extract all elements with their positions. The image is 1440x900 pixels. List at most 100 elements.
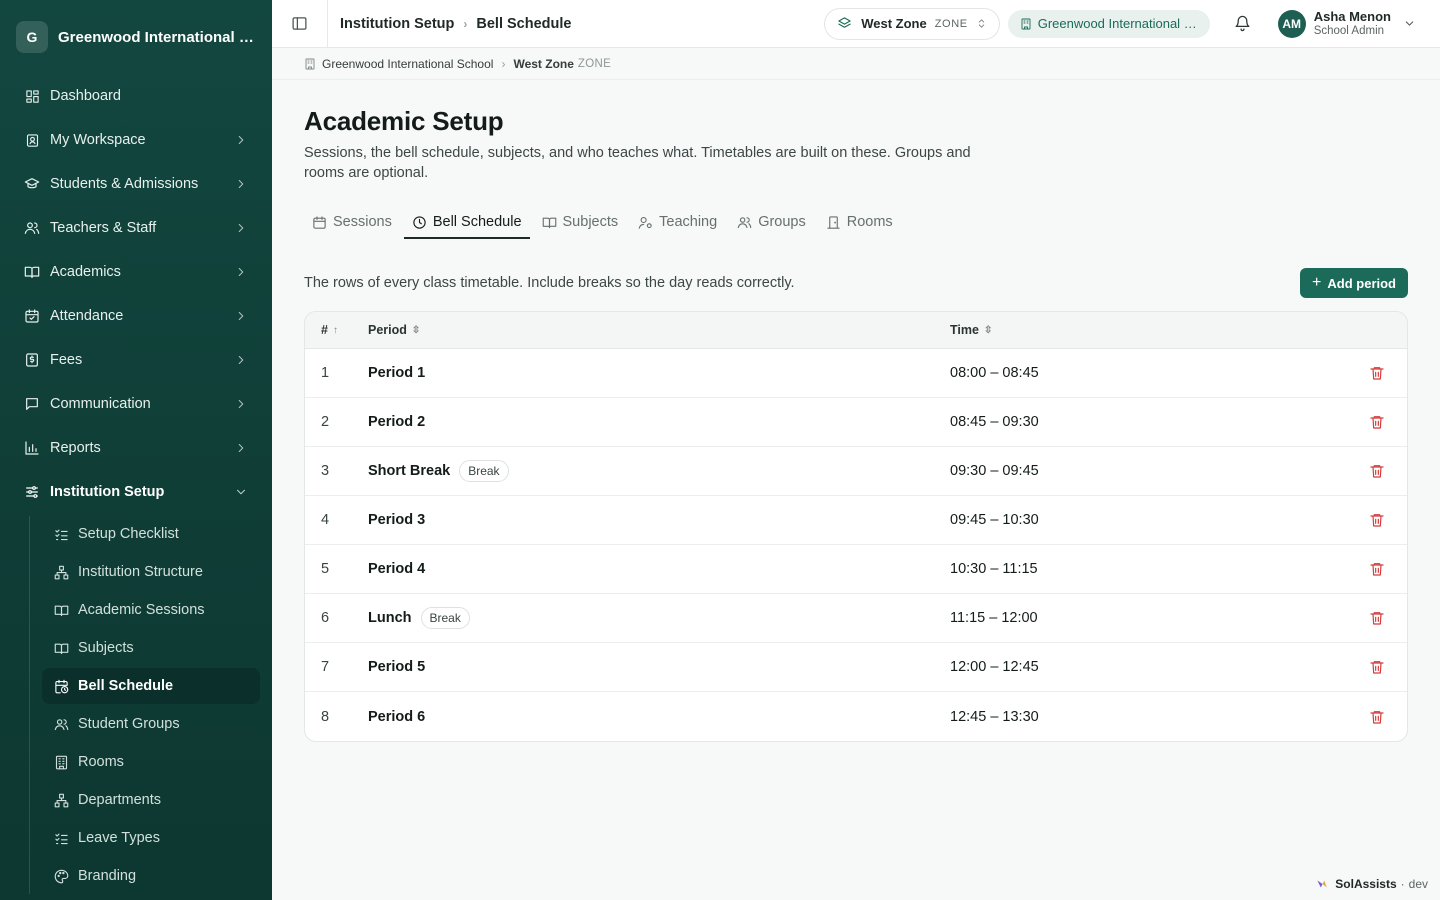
tab-label: Groups — [758, 214, 806, 230]
notifications-button[interactable] — [1228, 9, 1258, 39]
sidebar-nav: Dashboard My Workspace Students & Admiss… — [0, 74, 272, 894]
column-header-time[interactable]: Time ⇳ — [950, 323, 1347, 337]
sidebar-item-teachers-staff[interactable]: Teachers & Staff — [12, 206, 260, 250]
sidebar-item-label: Academics — [50, 264, 121, 280]
sidebar-subitem-setup-checklist[interactable]: Setup Checklist — [42, 516, 260, 552]
trash-icon — [1370, 661, 1384, 674]
breadcrumb-parent[interactable]: Institution Setup — [340, 16, 454, 32]
sidebar-item-reports[interactable]: Reports — [12, 426, 260, 470]
sidebar-item-my-workspace[interactable]: My Workspace — [12, 118, 260, 162]
period-name: Period 3 — [368, 512, 426, 528]
tab-label: Rooms — [846, 214, 893, 230]
delete-period-button[interactable] — [1369, 463, 1385, 479]
sidebar-item-dashboard[interactable]: Dashboard — [12, 74, 260, 118]
sidebar-submenu: Setup Checklist Institution Structure Ac… — [29, 516, 260, 894]
sidebar-item-label: Fees — [50, 352, 83, 368]
page-description: Sessions, the bell schedule, subjects, a… — [304, 145, 971, 181]
sidebar-item-communication[interactable]: Communication — [12, 382, 260, 426]
building-icon — [1021, 18, 1031, 29]
sidebar-item-label: Institution Setup — [50, 484, 165, 500]
sort-icon: ⇳ — [983, 324, 993, 336]
product-name: SolAssists — [1335, 877, 1397, 891]
sidebar-subitem-bell-schedule[interactable]: Bell Schedule — [42, 668, 260, 704]
user-menu[interactable]: AM Asha Menon School Admin — [1277, 9, 1416, 38]
row-number: 3 — [321, 463, 330, 479]
table-row: 2 Period 2 08:45 – 09:30 — [305, 398, 1407, 447]
row-number: 7 — [321, 659, 330, 675]
delete-period-button[interactable] — [1369, 709, 1385, 725]
section-hint: The rows of every class timetable. Inclu… — [304, 275, 795, 291]
sidebar-item-students-admissions[interactable]: Students & Admissions — [12, 162, 260, 206]
tab-label: Bell Schedule — [432, 214, 522, 230]
message-icon — [24, 396, 40, 412]
period-time: 11:15 – 12:00 — [950, 610, 1038, 626]
tab-subjects[interactable]: Subjects — [534, 207, 627, 239]
sidebar-subitem-leave-types[interactable]: Leave Types — [42, 820, 260, 856]
tab-rooms[interactable]: Rooms — [818, 207, 901, 239]
period-time: 09:45 – 10:30 — [950, 512, 1039, 528]
column-header-number[interactable]: # ↑ — [305, 323, 368, 337]
chevron-right-icon — [238, 179, 244, 189]
table-header: # ↑ Period ⇳ Time ⇳ — [305, 312, 1407, 349]
brand[interactable]: G Greenwood International School — [0, 0, 272, 74]
delete-period-button[interactable] — [1369, 659, 1385, 675]
table-row: 1 Period 1 08:00 – 08:45 — [305, 349, 1407, 398]
period-name: Period 5 — [368, 659, 426, 675]
zone-selector[interactable]: West Zone ZONE — [824, 7, 1000, 40]
tab-bar: Sessions Bell Schedule Subjects Teaching… — [304, 207, 1408, 239]
sidebar-item-attendance[interactable]: Attendance — [12, 294, 260, 338]
trash-icon — [1370, 563, 1384, 576]
add-period-button[interactable]: + Add period — [1300, 268, 1408, 298]
tab-sessions[interactable]: Sessions — [304, 207, 400, 239]
delete-period-button[interactable] — [1369, 610, 1385, 626]
sidebar-subitem-rooms[interactable]: Rooms — [42, 744, 260, 780]
sidebar-subitem-student-groups[interactable]: Student Groups — [42, 706, 260, 742]
chevron-right-icon — [238, 267, 244, 277]
topbar: Institution Setup › Bell Schedule West Z… — [272, 0, 1440, 48]
delete-period-button[interactable] — [1369, 365, 1385, 381]
sort-ascending-icon: ↑ — [332, 324, 338, 336]
building-icon — [54, 755, 69, 770]
book-open-icon — [54, 641, 69, 656]
breadcrumb: Institution Setup › Bell Schedule — [340, 16, 571, 32]
chevron-right-icon — [238, 399, 244, 409]
column-header-period[interactable]: Period ⇳ — [368, 323, 950, 337]
sidebar-subitem-label: Departments — [78, 792, 162, 808]
plus-icon: + — [1312, 274, 1322, 291]
users-icon — [54, 717, 69, 732]
sidebar-subitem-departments[interactable]: Departments — [42, 782, 260, 818]
sidebar-item-institution-setup[interactable]: Institution Setup — [12, 470, 260, 514]
school-selector[interactable]: Greenwood International School — [1007, 9, 1210, 38]
delete-period-button[interactable] — [1369, 512, 1385, 528]
sidebar-subitem-subjects[interactable]: Subjects — [42, 630, 260, 666]
sidebar-item-label: Teachers & Staff — [50, 220, 157, 236]
table-row: 6 Lunch Break 11:15 – 12:00 — [305, 594, 1407, 643]
period-name: Short Break — [368, 463, 451, 479]
tab-groups[interactable]: Groups — [729, 207, 814, 239]
delete-period-button[interactable] — [1369, 414, 1385, 430]
graduation-cap-icon — [24, 176, 40, 192]
period-name: Period 4 — [368, 561, 426, 577]
sidebar-subitem-institution-structure[interactable]: Institution Structure — [42, 554, 260, 590]
sidebar-item-academics[interactable]: Academics — [12, 250, 260, 294]
chevron-down-icon — [236, 489, 246, 495]
sidebar-subitem-label: Rooms — [78, 754, 124, 770]
sidebar-item-label: Attendance — [50, 308, 124, 324]
sidebar-subitem-branding[interactable]: Branding — [42, 858, 260, 894]
break-badge: Break — [459, 460, 509, 482]
context-school[interactable]: Greenwood International School — [322, 57, 493, 71]
sidebar-toggle-button[interactable] — [272, 0, 328, 47]
topbar-right: West Zone ZONE Greenwood International S… — [824, 7, 1440, 40]
sidebar-item-fees[interactable]: Fees — [12, 338, 260, 382]
calendar-icon — [312, 215, 327, 230]
door-icon — [826, 215, 841, 230]
table-row: 4 Period 3 09:45 – 10:30 — [305, 496, 1407, 545]
sidebar-subitem-academic-sessions[interactable]: Academic Sessions — [42, 592, 260, 628]
building-icon — [305, 58, 315, 69]
trash-icon — [1370, 367, 1384, 380]
sidebar-subitem-label: Setup Checklist — [78, 526, 179, 542]
delete-period-button[interactable] — [1369, 561, 1385, 577]
tab-teaching[interactable]: Teaching — [630, 207, 725, 239]
tab-bell-schedule[interactable]: Bell Schedule — [403, 207, 530, 239]
page-title: Academic Setup — [304, 106, 504, 136]
